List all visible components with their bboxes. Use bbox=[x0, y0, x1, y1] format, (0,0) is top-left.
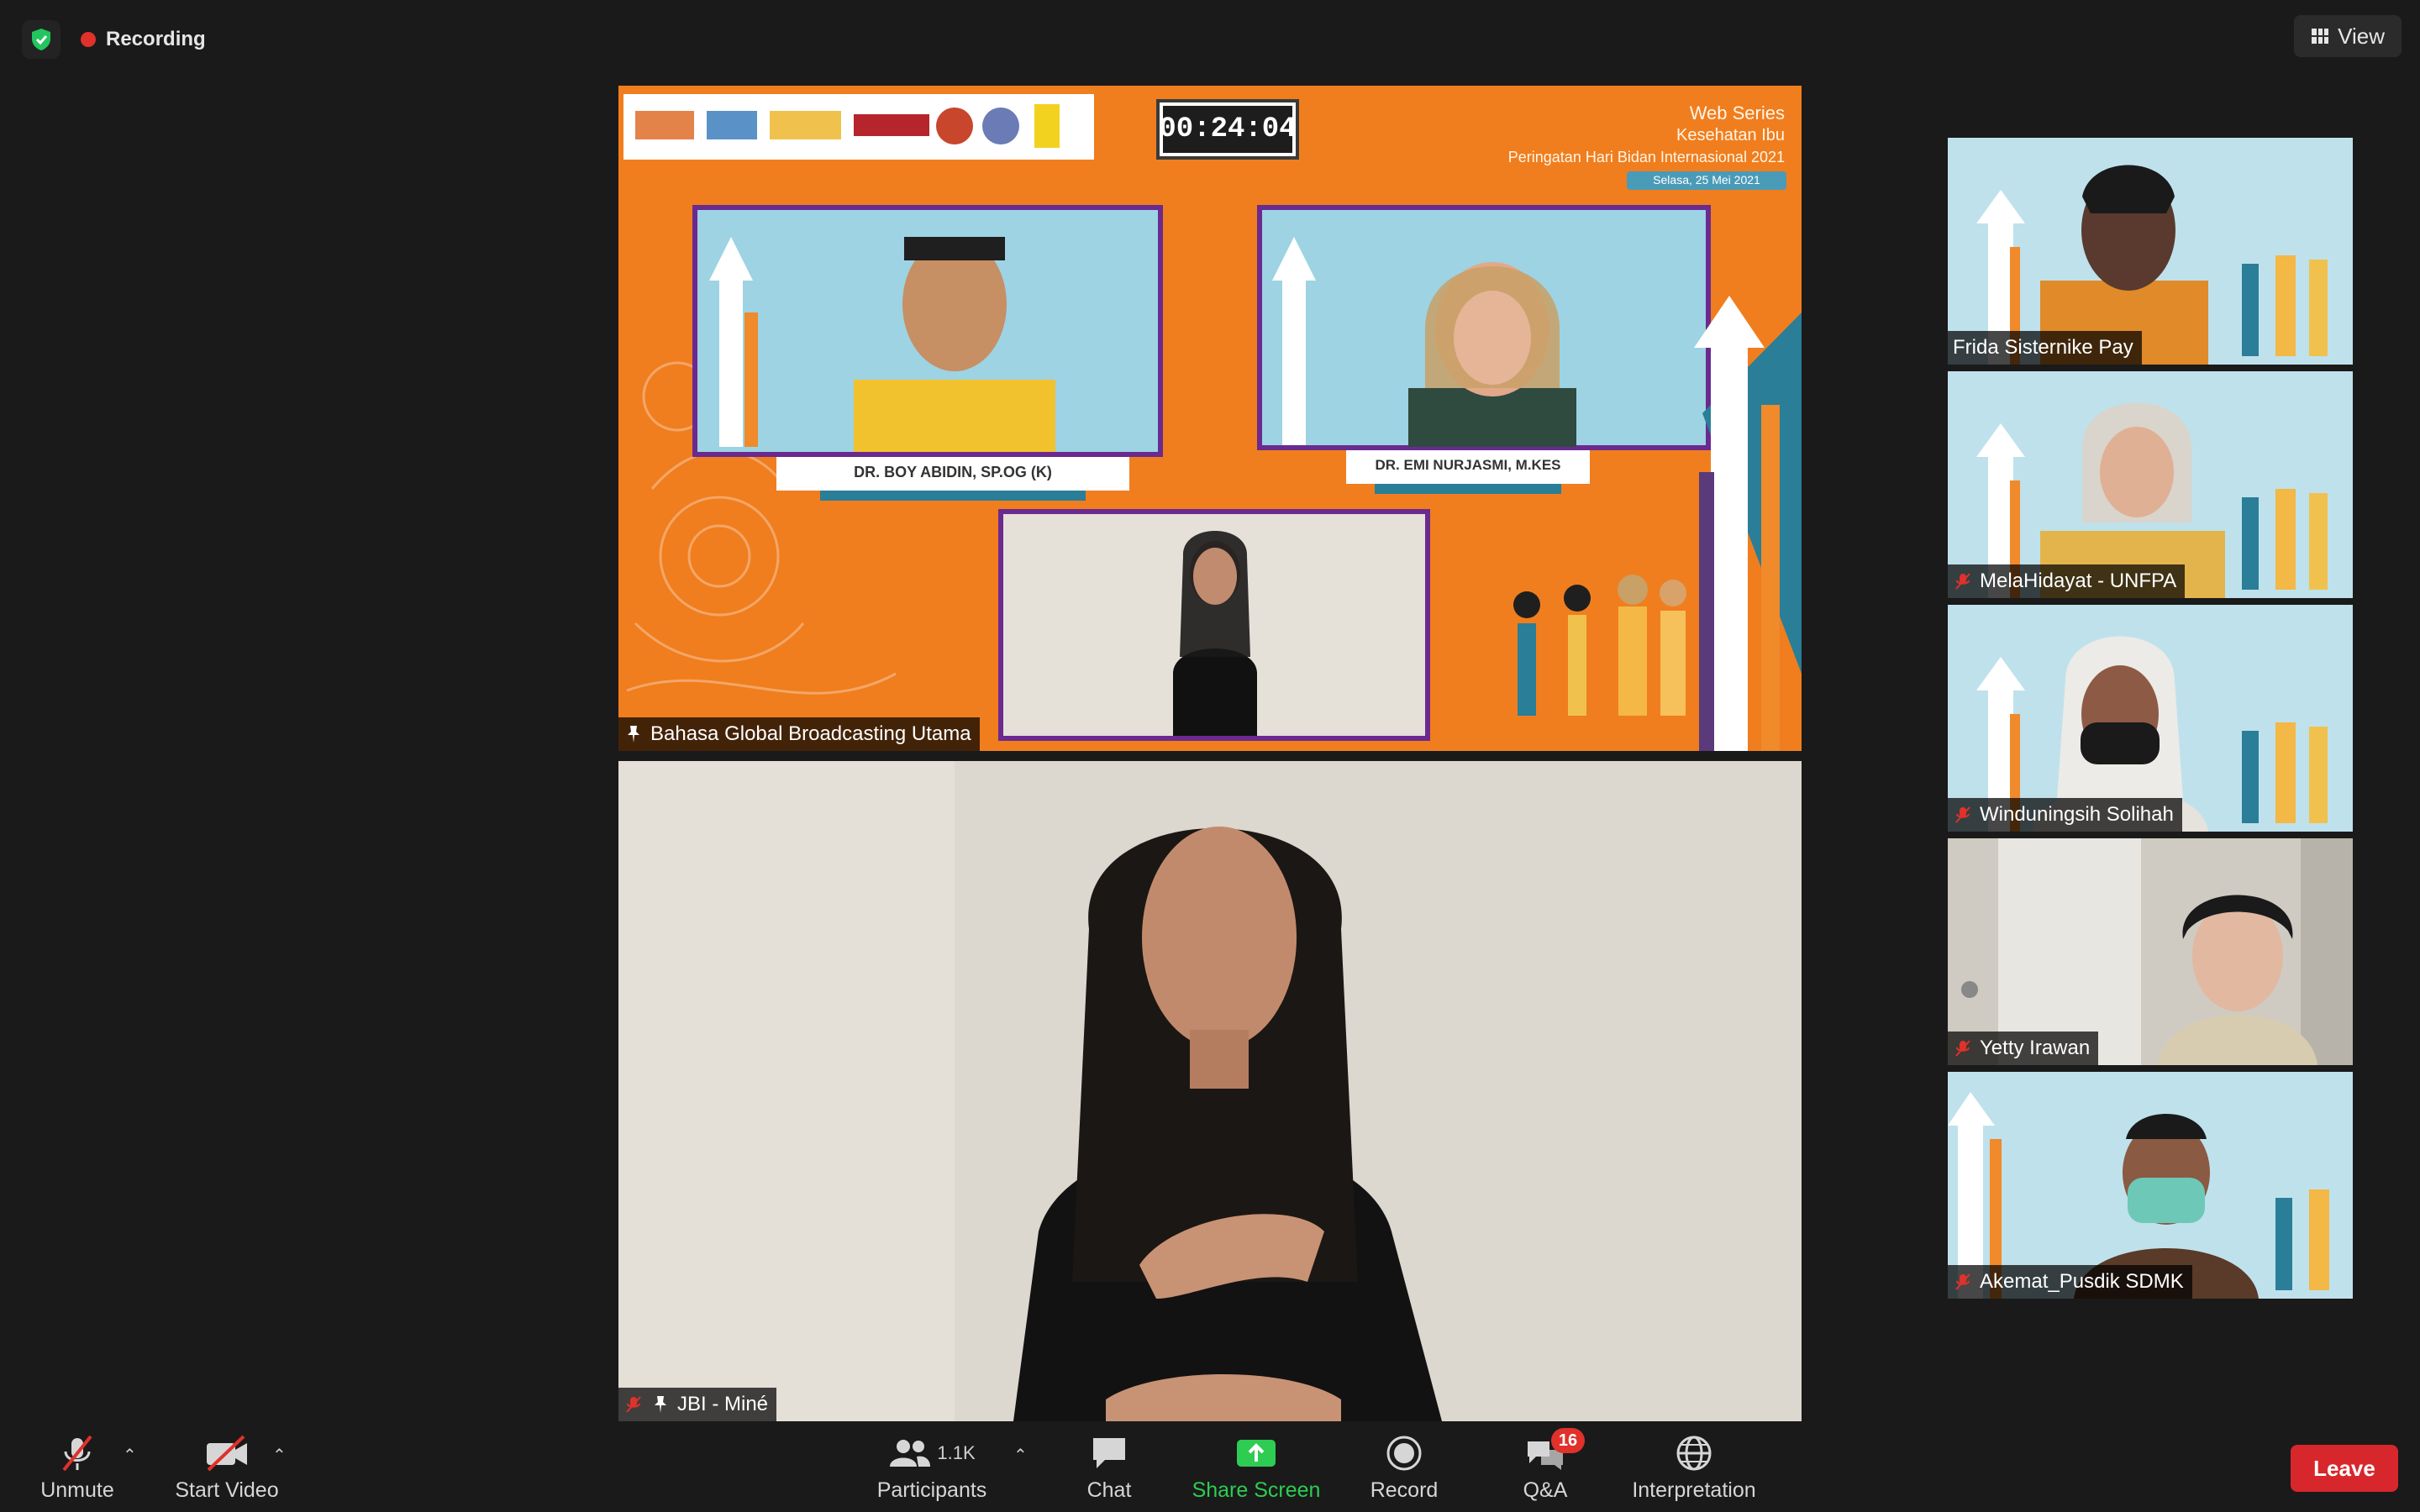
unmute-label: Unmute bbox=[40, 1478, 114, 1502]
pin-icon bbox=[655, 1396, 666, 1413]
view-label: View bbox=[2338, 23, 2385, 49]
participants-button[interactable]: 1.1K Participants bbox=[871, 1431, 993, 1509]
chat-label: Chat bbox=[1086, 1478, 1132, 1502]
gallery-name-tag: MelaHidayat - UNFPA bbox=[1948, 564, 2186, 598]
event-date: Selasa, 25 Mei 2021 bbox=[1653, 173, 1760, 186]
mic-muted-icon bbox=[1955, 1273, 1970, 1290]
gallery-tile[interactable]: Winduningsih Solihah bbox=[1948, 605, 2353, 832]
interpretation-button[interactable]: Interpretation bbox=[1625, 1431, 1763, 1509]
recording-dot-icon bbox=[81, 32, 96, 47]
share-screen-icon bbox=[1235, 1431, 1277, 1475]
record-icon bbox=[1385, 1431, 1423, 1475]
mic-muted-icon bbox=[57, 1431, 97, 1475]
participants-count: 1.1K bbox=[937, 1442, 976, 1463]
unmute-button[interactable]: Unmute bbox=[34, 1431, 121, 1509]
women-illustration bbox=[1513, 575, 1686, 716]
mic-muted-icon bbox=[1955, 806, 1970, 823]
gallery-name-tag: Winduningsih Solihah bbox=[1948, 798, 2182, 832]
gallery-name-tag: Yetty Irawan bbox=[1948, 1032, 2099, 1065]
gallery-name-tag: Frida Sisternike Pay bbox=[1948, 331, 2142, 365]
participants-icon bbox=[890, 1440, 931, 1467]
gallery-tile[interactable]: Akemat_Pusdik SDMK bbox=[1948, 1072, 2353, 1299]
audio-options-caret-icon[interactable]: ⌃ bbox=[123, 1445, 137, 1466]
speaker-1-caption: DR. BOY ABIDIN, SP.OG (K) bbox=[854, 464, 1052, 480]
qa-unread-badge: 16 bbox=[1551, 1428, 1585, 1453]
grid-icon bbox=[2312, 29, 2329, 44]
event-title: Web Series Kesehatan Ibu Peringatan Hari… bbox=[1508, 102, 1785, 168]
recording-indicator[interactable]: Recording bbox=[81, 20, 206, 59]
interpretation-label: Interpretation bbox=[1632, 1478, 1756, 1502]
gallery-name: Akemat_Pusdik SDMK bbox=[1980, 1270, 2184, 1293]
qa-label: Q&A bbox=[1523, 1478, 1568, 1502]
timer-display: 00:24:04 bbox=[1156, 99, 1299, 160]
event-subtitle-2: Peringatan Hari Bidan Internasional 2021 bbox=[1507, 149, 1785, 165]
start-video-button[interactable]: Start Video bbox=[168, 1431, 286, 1509]
start-video-label: Start Video bbox=[175, 1478, 279, 1502]
gallery-name-tag: Akemat_Pusdik SDMK bbox=[1948, 1265, 2192, 1299]
video-tile-interpreter[interactable]: JBI - Miné bbox=[618, 761, 1802, 1421]
gallery-name: Winduningsih Solihah bbox=[1980, 803, 2174, 826]
timer-text: 00:24:04 bbox=[1159, 106, 1297, 153]
share-screen-button[interactable]: Share Screen bbox=[1185, 1431, 1328, 1509]
gallery-tile[interactable]: Frida Sisternike Pay bbox=[1948, 138, 2353, 365]
chat-icon bbox=[1090, 1431, 1128, 1475]
gallery-tile[interactable]: Yetty Irawan bbox=[1948, 838, 2353, 1065]
participants-options-caret-icon[interactable]: ⌃ bbox=[1013, 1445, 1028, 1466]
mic-muted-icon bbox=[626, 1396, 641, 1413]
participants-label: Participants bbox=[876, 1478, 987, 1502]
recording-label: Recording bbox=[106, 28, 206, 50]
participant-name-tag: Bahasa Global Broadcasting Utama bbox=[618, 717, 980, 751]
share-screen-label: Share Screen bbox=[1192, 1478, 1321, 1502]
participants-icon-wrap: 1.1K bbox=[888, 1431, 976, 1475]
speaker-2-caption: DR. EMI NURJASMI, M.KES bbox=[1375, 457, 1561, 473]
gallery-name: Yetty Irawan bbox=[1980, 1037, 2091, 1059]
event-title-main: Web Series bbox=[1689, 102, 1785, 123]
event-subtitle-1: Kesehatan Ibu bbox=[1676, 126, 1785, 144]
video-off-icon bbox=[203, 1431, 250, 1475]
view-button[interactable]: View bbox=[2294, 15, 2402, 57]
mic-muted-icon bbox=[1955, 1040, 1970, 1057]
zoom-meeting-window: Recording View 00:24:04 Web Series Keseh… bbox=[0, 0, 2420, 1512]
gallery-name: MelaHidayat - UNFPA bbox=[1980, 570, 2177, 592]
video-tile-broadcast[interactable]: 00:24:04 Web Series Kesehatan Ibu Pering… bbox=[618, 86, 1802, 751]
security-shield-icon[interactable] bbox=[22, 20, 60, 59]
broadcast-scene bbox=[623, 94, 1802, 751]
record-button[interactable]: Record bbox=[1366, 1431, 1442, 1509]
interpreter-name-tag: JBI - Miné bbox=[618, 1388, 777, 1421]
record-label: Record bbox=[1370, 1478, 1439, 1502]
interpreter-video bbox=[618, 761, 1802, 1421]
meeting-toolbar: Unmute ⌃ Start Video ⌃ 1.1K Participants… bbox=[0, 1421, 2420, 1512]
video-options-caret-icon[interactable]: ⌃ bbox=[272, 1445, 287, 1466]
mic-muted-icon bbox=[1955, 573, 1970, 590]
chat-button[interactable]: Chat bbox=[1076, 1431, 1143, 1509]
globe-icon bbox=[1675, 1431, 1713, 1475]
leave-button[interactable]: Leave bbox=[2291, 1445, 2398, 1492]
gallery-tile[interactable]: MelaHidayat - UNFPA bbox=[1948, 371, 2353, 598]
pin-icon bbox=[628, 726, 639, 743]
participant-name: Bahasa Global Broadcasting Utama bbox=[650, 722, 971, 745]
gallery-name: Frida Sisternike Pay bbox=[1953, 336, 2133, 359]
interpreter-name: JBI - Miné bbox=[677, 1393, 769, 1415]
